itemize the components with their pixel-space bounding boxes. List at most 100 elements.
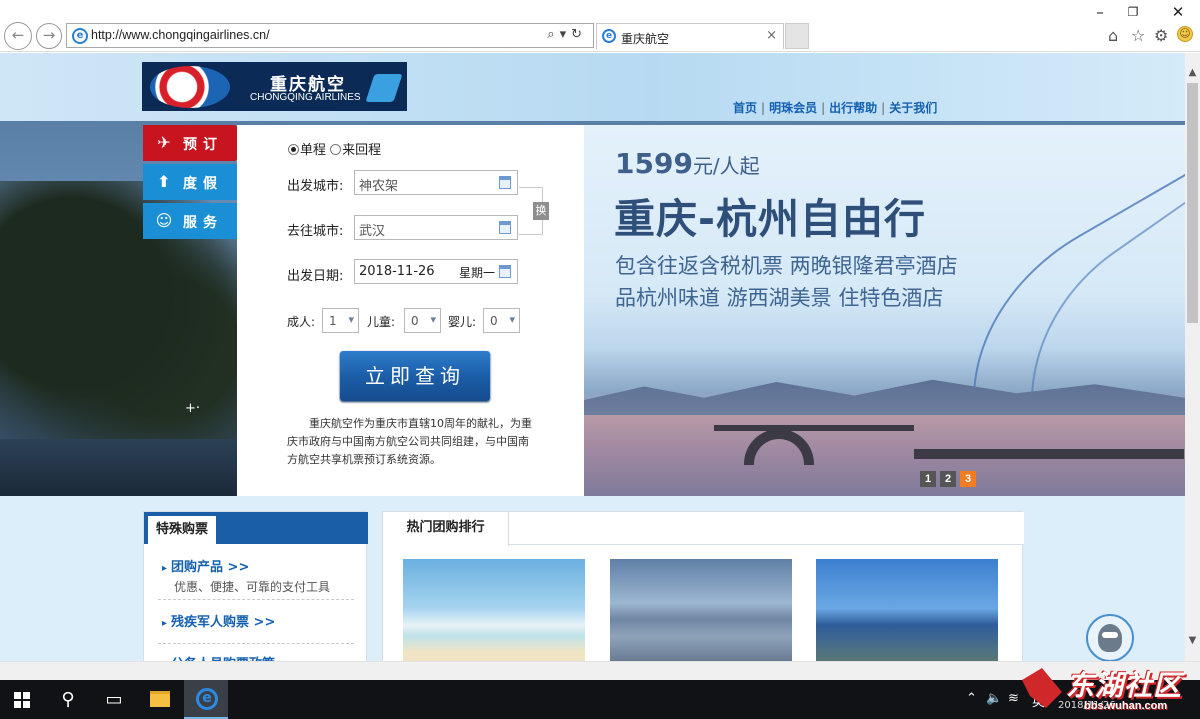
trip-oneway-radio[interactable]: 单程 xyxy=(288,143,326,158)
feedback-smiley-icon[interactable]: ☺ xyxy=(1177,26,1193,42)
depart-date-input[interactable]: 2018-11-26 星期一 xyxy=(354,259,518,284)
depart-city-value: 神农架 xyxy=(359,179,399,194)
nav-separator: | xyxy=(881,101,886,115)
slide-dot-1[interactable]: 1 xyxy=(920,471,936,487)
lower-section: 特殊购票 团购产品 >> 优惠、便捷、可靠的支付工具 残疾军人购票 >> 公务人… xyxy=(0,496,1185,661)
divider xyxy=(158,599,354,600)
watermark-text: 东湖社区 xyxy=(1066,669,1183,702)
hero-water xyxy=(0,439,240,496)
infant-value: 0 xyxy=(490,314,498,328)
nav-help[interactable]: 出行帮助 xyxy=(829,101,877,115)
divider xyxy=(158,643,354,644)
forward-button[interactable]: → xyxy=(36,23,62,49)
home-icon[interactable]: ⌂ xyxy=(1108,26,1118,45)
browser-tab[interactable]: e 重庆航空 × xyxy=(596,23,784,49)
depart-date-label: 出发日期: xyxy=(287,269,344,284)
folder-icon xyxy=(150,691,170,707)
kapok-bird-icon xyxy=(365,74,403,102)
address-bar[interactable]: e http://www.chongqingairlines.cn/ ⌕▾↻ xyxy=(66,23,594,48)
online-support-icon[interactable] xyxy=(1086,614,1134,661)
person-icon: ☺ xyxy=(155,211,173,230)
nav-separator: | xyxy=(821,101,826,115)
deal-thumbnail-lake[interactable] xyxy=(610,559,792,661)
depart-city-input[interactable]: 神农架 xyxy=(354,170,518,195)
vertical-scrollbar[interactable]: ▲ ▼ xyxy=(1185,53,1200,661)
special-item-veteran[interactable]: 残疾军人购票 >> xyxy=(162,611,354,630)
volume-icon[interactable]: 🔈 xyxy=(986,691,1002,706)
tab-close-icon[interactable]: × xyxy=(766,28,777,43)
promo-banner[interactable]: 1599元/人起 重庆-杭州自由行 包含往返含税机票 两晚银隆君亭酒店 品杭州味… xyxy=(584,125,1185,496)
special-item-title[interactable]: 残疾军人购票 >> xyxy=(162,611,354,630)
adult-select[interactable]: 1 xyxy=(322,308,359,333)
promo-price-number: 1599 xyxy=(615,147,693,180)
search-refresh-icons[interactable]: ⌕▾↻ xyxy=(547,27,587,42)
gear-icon[interactable]: ⚙ xyxy=(1154,26,1168,45)
trip-oneway-label: 单程 xyxy=(300,143,327,158)
ie-page-icon: e xyxy=(72,28,88,44)
airline-logo[interactable]: 重庆航空 CHONGQING AIRLINES xyxy=(142,62,407,111)
back-button[interactable]: ← xyxy=(4,22,32,50)
side-tab-holiday[interactable]: ⬆ 度假 xyxy=(143,164,237,200)
bridge-arch xyxy=(744,429,814,465)
radio-dot[interactable] xyxy=(288,144,299,155)
slide-dot-3[interactable]: 3 xyxy=(960,471,976,487)
deal-thumbnail-coast[interactable] xyxy=(816,559,998,661)
scroll-thumb[interactable] xyxy=(1187,83,1198,323)
minimize-button[interactable]: – xyxy=(1085,2,1115,22)
plane-icon: ✈ xyxy=(157,133,171,152)
promo-price-unit: 元/人起 xyxy=(692,154,760,178)
task-view-icon[interactable]: ▭ xyxy=(92,680,136,719)
new-tab-button[interactable] xyxy=(785,23,809,49)
search-flights-button[interactable]: 立即查询 xyxy=(340,351,490,401)
booking-form: 单程 来回程 出发城市: 神农架 换 去往城市: 武汉 出发日期: 2018-1… xyxy=(237,125,584,496)
infant-select[interactable]: 0 xyxy=(483,308,520,333)
nav-about[interactable]: 关于我们 xyxy=(889,101,937,115)
top-nav: 首页 | 明珠会员 | 出行帮助 | 关于我们 xyxy=(733,99,937,116)
special-item-title[interactable]: 团购产品 >> xyxy=(162,556,354,575)
slide-dot-2[interactable]: 2 xyxy=(940,471,956,487)
special-item-title[interactable]: 公务人员购票政策 xyxy=(162,653,354,661)
scroll-up-icon[interactable]: ▲ xyxy=(1185,65,1200,81)
arrive-city-input[interactable]: 武汉 xyxy=(354,215,518,240)
nav-member[interactable]: 明珠会员 xyxy=(769,101,817,115)
city-picker-icon[interactable] xyxy=(499,221,511,234)
forum-watermark: 东湖社区 bbs.wuhan.com xyxy=(1022,664,1200,719)
weekday-text: 星期一 xyxy=(458,266,495,280)
taskbar-search-icon[interactable]: ⚲ xyxy=(46,680,90,719)
start-button[interactable] xyxy=(0,680,44,719)
tab-hot-group[interactable]: 热门团购排行 xyxy=(383,512,509,546)
calendar-icon[interactable] xyxy=(499,265,511,278)
back-arrow-icon: ← xyxy=(11,26,25,44)
trip-return-radio[interactable]: 来回程 xyxy=(330,143,381,158)
trip-return-label: 来回程 xyxy=(342,143,382,158)
special-item-official[interactable]: 公务人员购票政策 xyxy=(162,653,354,661)
network-icon[interactable]: ≋ xyxy=(1008,691,1019,706)
horizontal-scrollbar[interactable] xyxy=(0,661,1200,680)
swap-cities-button[interactable]: 换 xyxy=(533,202,549,220)
deal-thumbnail-beach[interactable] xyxy=(403,559,585,661)
arrive-city-value: 武汉 xyxy=(359,224,386,239)
internet-explorer-taskbar-icon[interactable]: e xyxy=(184,680,228,719)
favorites-star-icon[interactable]: ☆ xyxy=(1131,26,1145,45)
depart-city-label: 出发城市: xyxy=(287,179,344,194)
arrive-city-label: 去往城市: xyxy=(287,224,344,239)
page-viewport: 重庆航空 CHONGQING AIRLINES 首页 | 明珠会员 | 出行帮助 | 关于我… xyxy=(0,53,1185,661)
maximize-button[interactable]: ❐ xyxy=(1118,2,1148,22)
side-tab-service[interactable]: ☺ 服务 xyxy=(143,203,237,239)
file-explorer-icon[interactable] xyxy=(138,680,182,719)
banner-bridge xyxy=(714,425,914,465)
close-window-button[interactable]: ✕ xyxy=(1163,2,1193,22)
tray-expand-icon[interactable]: ⌃ xyxy=(966,691,977,706)
nav-home[interactable]: 首页 xyxy=(733,101,757,115)
tab-special-tickets[interactable]: 特殊购票 xyxy=(148,516,216,544)
special-item-group[interactable]: 团购产品 >> 优惠、便捷、可靠的支付工具 xyxy=(162,556,354,595)
scroll-down-icon[interactable]: ▼ xyxy=(1185,633,1200,649)
child-label: 儿童: xyxy=(367,315,396,329)
city-picker-icon[interactable] xyxy=(499,176,511,189)
url-text[interactable]: http://www.chongqingairlines.cn/ xyxy=(91,28,270,42)
radio-dot[interactable] xyxy=(330,144,342,155)
child-select[interactable]: 0 xyxy=(404,308,441,333)
booking-intro-text: 重庆航空作为重庆市直辖10周年的献礼，为重庆市政府与中国南方航空公司共同组建，与… xyxy=(287,417,532,466)
banner-pier xyxy=(914,449,1184,459)
windows-taskbar: ⚲ ▭ e ⌃ 🔈 ≋ 英 2018/11/26 xyxy=(0,680,1200,719)
